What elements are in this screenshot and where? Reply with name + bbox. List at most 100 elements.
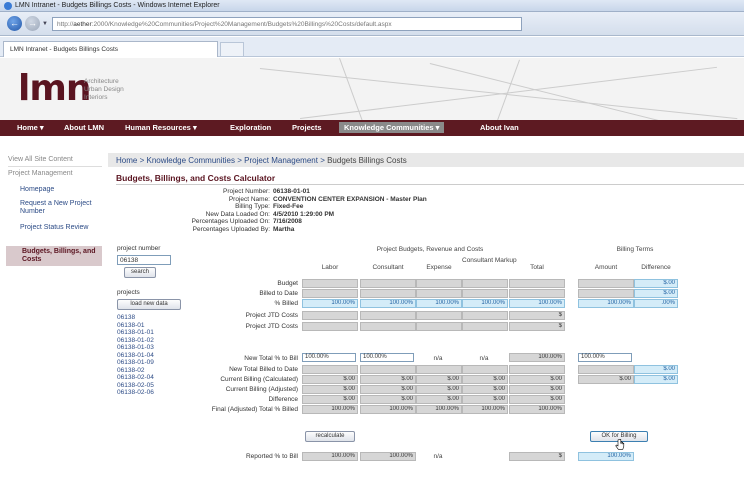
nav-exploration[interactable]: Exploration (230, 123, 271, 132)
page-title: Budgets, Billings, and Costs Calculator (116, 173, 276, 183)
breadcrumb-project-management[interactable]: Project Management (244, 156, 318, 165)
billed-consultant (360, 289, 416, 298)
info-label-billing-type: Billing Type: (235, 203, 270, 210)
group-header-billing-terms: Billing Terms (616, 246, 654, 253)
reported-labor: 100.00% (302, 452, 358, 461)
project-link[interactable]: 06138-01-02 (117, 337, 154, 345)
project-link[interactable]: 06138-01-04 (117, 352, 154, 360)
jtd-consultant (360, 311, 416, 320)
row-label-difference: Difference (268, 396, 298, 403)
new-total-pct-consultant-input[interactable]: 100.00% (360, 353, 414, 362)
nav-human-resources[interactable]: Human Resources ▾ (125, 123, 197, 132)
breadcrumb-knowledge-communities[interactable]: Knowledge Communities (146, 156, 235, 165)
jtd2-consultant (360, 322, 416, 331)
window-titlebar: LMN Intranet - Budgets Billings Costs - … (0, 0, 744, 12)
row-label-jtd-costs-2: Project JTD Costs (245, 323, 298, 330)
projects-label: projects (117, 289, 140, 296)
info-label-project-name: Project Name: (228, 195, 270, 203)
sidebar-view-all[interactable]: View All Site Content (8, 156, 102, 164)
address-prefix: http:// (57, 21, 74, 28)
new-total-pct-total: 100.00% (509, 353, 565, 362)
title-divider (116, 184, 744, 185)
pct-billed-markup: 100.00% (462, 299, 508, 308)
nav-knowledge-communities[interactable]: Knowledge Communities ▾ (339, 122, 445, 133)
history-dropdown-icon[interactable]: ▼ (42, 21, 48, 27)
budget-markup (462, 279, 508, 288)
sidebar-item-budgets-billings-costs[interactable]: Budgets, Billings, and Costs (6, 246, 102, 266)
new-total-pct-expense-na: n/a (433, 355, 443, 362)
address-path: :2000/Knowledge%20Communities/Project%20… (91, 21, 392, 28)
recalculate-button[interactable]: recalculate (305, 431, 355, 442)
cba-total: $.00 (509, 385, 565, 394)
jtd2-markup (462, 322, 508, 331)
col-header-consultant: Consultant (372, 264, 404, 271)
row-label-reported-pct: Reported % to Bill (245, 453, 298, 460)
sidebar-item-homepage[interactable]: Homepage (20, 186, 100, 194)
project-link[interactable]: 06138-01-01 (117, 329, 154, 337)
project-link[interactable]: 06138-01-03 (117, 344, 154, 352)
pct-billed-difference: .00% (634, 299, 678, 308)
new-total-pct-markup-na: n/a (479, 355, 489, 362)
cbc-consultant: $.00 (360, 375, 416, 384)
nav-home[interactable]: Home ▾ (17, 123, 44, 132)
pct-billed-labor: 100.00% (302, 299, 358, 308)
logo-subtitle: Architecture Urban Design Interiors (84, 78, 124, 102)
sidebar-item-request-project-number[interactable]: Request a New Project Number (20, 200, 100, 216)
col-header-labor: Labor (321, 264, 339, 271)
nav-projects[interactable]: Projects (292, 123, 322, 132)
breadcrumb: Home > Knowledge Communities > Project M… (108, 153, 744, 167)
billed-markup (462, 289, 508, 298)
project-link[interactable]: 06138-02-04 (117, 374, 154, 382)
diff-consultant: $.00 (360, 395, 416, 404)
ntb-markup (462, 365, 508, 374)
project-link[interactable]: 06138-02 (117, 367, 144, 375)
info-value-new-data-loaded: 4/5/2010 1:29:00 PM (273, 210, 335, 218)
back-arrow-icon[interactable]: ← (7, 16, 22, 31)
cba-consultant: $.00 (360, 385, 416, 394)
pct-billed-expense: 100.00% (416, 299, 462, 308)
row-label-final-pct-billed: Final (Adjusted) Total % Billed (211, 406, 298, 413)
project-link[interactable]: 06138-01 (117, 322, 144, 330)
reported-expense-na: n/a (433, 453, 443, 460)
ntb-amount (578, 365, 634, 374)
breadcrumb-current: Budgets Billings Costs (327, 156, 407, 165)
project-number-input[interactable]: 06138 (117, 255, 171, 265)
row-label-current-billing-adjusted: Current Billing (Adjusted) (225, 386, 298, 393)
sidebar-item-project-status-review[interactable]: Project Status Review (20, 224, 100, 232)
nav-about-lmn[interactable]: About LMN (64, 123, 104, 132)
ntb-total (509, 365, 565, 374)
project-link[interactable]: 06138-02-05 (117, 382, 154, 390)
billed-total (509, 289, 565, 298)
col-header-amount: Amount (594, 264, 618, 271)
group-header-budgets: Project Budgets, Revenue and Costs (376, 246, 484, 253)
final-pct-total: 100.00% (509, 405, 565, 414)
breadcrumb-home[interactable]: Home (116, 156, 137, 165)
address-bar[interactable]: http://aether:2000/Knowledge%20Communiti… (52, 17, 522, 31)
cbc-expense: $.00 (416, 375, 462, 384)
forward-arrow-icon[interactable]: → (25, 16, 40, 31)
new-total-pct-amount-input[interactable]: 100.00% (578, 353, 632, 362)
search-button[interactable]: search (124, 267, 156, 278)
new-total-pct-labor-input[interactable]: 100.00% (302, 353, 356, 362)
project-link[interactable]: 06138 (117, 314, 135, 322)
jtd2-labor (302, 322, 358, 331)
new-tab-button[interactable] (220, 42, 244, 56)
nav-about-ivan[interactable]: About Ivan (480, 123, 519, 132)
billed-labor (302, 289, 358, 298)
diff-markup: $.00 (462, 395, 508, 404)
final-pct-markup: 100.00% (462, 405, 508, 414)
diff-labor: $.00 (302, 395, 358, 404)
project-link[interactable]: 06138-01-09 (117, 359, 154, 367)
browser-tab[interactable]: LMN Intranet - Budgets Billings Costs (3, 41, 218, 57)
lmn-logo[interactable]: lmn (18, 71, 91, 107)
project-link[interactable]: 06138-02-06 (117, 389, 154, 397)
reported-total: $ (509, 452, 565, 461)
col-header-expense: Expense (426, 264, 452, 271)
budget-difference: $.00 (634, 279, 678, 288)
row-label-current-billing-calculated: Current Billing (Calculated) (220, 376, 298, 383)
billed-expense (416, 289, 462, 298)
load-new-data-button[interactable]: load new data (117, 299, 181, 310)
pct-billed-consultant: 100.00% (360, 299, 416, 308)
window-title: LMN Intranet - Budgets Billings Costs - … (15, 2, 220, 9)
jtd-markup (462, 311, 508, 320)
